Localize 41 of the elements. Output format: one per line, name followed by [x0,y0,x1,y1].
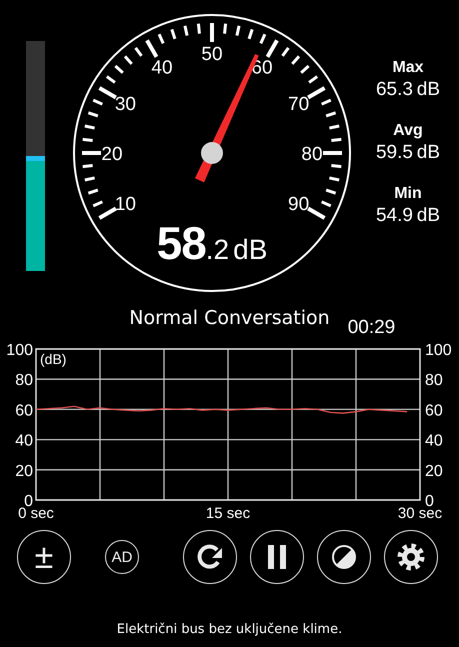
stat-value: 54.9 dB [376,204,440,227]
reading-decimal: .2 [206,234,230,266]
y-axis-unit: (dB) [40,351,66,367]
scale-label: 80 [301,144,323,165]
elapsed-time: 00:29 [346,317,396,340]
pause-icon [266,544,288,570]
y-tick-label: 20 [425,462,443,480]
stat-value: 59.5 dB [376,141,440,164]
y-tick-label: 80 [15,372,33,390]
pause-button[interactable] [250,530,304,584]
settings-button[interactable] [384,530,438,584]
reading-value: 58 [156,218,206,268]
stat-label: Max [392,58,424,78]
contrast-icon [331,544,357,570]
caption-text: Električni bus bez uključene klime. [116,622,344,638]
reading-unit: dB [233,234,268,266]
theme-button[interactable] [317,530,371,584]
y-tick-label: 40 [425,432,443,450]
stat-label: Avg [393,121,423,141]
y-tick-label: 100 [6,342,33,359]
scale-label: 90 [288,194,310,215]
y-tick-label: 60 [15,402,33,420]
stat-label: Min [394,184,422,204]
y-tick-label: 80 [425,372,443,390]
settings-icon [397,543,425,571]
y-tick-label: 60 [425,402,443,420]
y-tick-label: 20 [15,462,33,480]
noise-category: Normal Conversation [129,306,330,331]
scale-label: 30 [114,94,136,115]
stat-value: 65.3 dB [376,78,440,101]
scale-label: 40 [151,57,173,78]
y-tick-label: 100 [425,342,452,359]
x-tick-label: 15 sec [206,505,250,522]
reset-button[interactable] [183,530,237,584]
y-tick-label: 40 [15,432,33,450]
scale-label: 10 [114,194,136,215]
ad-button[interactable]: AD [105,540,139,574]
scale-label: 50 [201,44,223,65]
scale-label: 20 [101,144,123,165]
scale-label: 70 [288,94,310,115]
calibrate-button[interactable]: ± [17,530,71,584]
